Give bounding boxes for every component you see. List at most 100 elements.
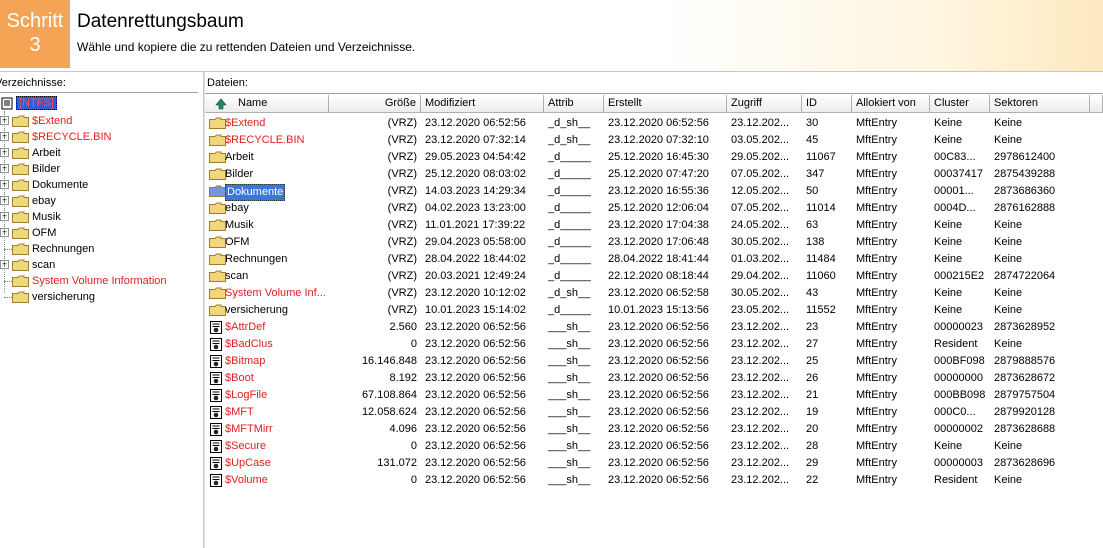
file-row[interactable]: $Extend (VRZ) 23.12.2020 06:52:56 _d_sh__ 23… — [205, 115, 1103, 132]
column-header-cluster[interactable]: Cluster — [930, 95, 990, 113]
tree-item[interactable]: + $Extend — [0, 113, 198, 129]
cell-attrib: _d_____ — [548, 270, 591, 282]
file-row[interactable]: scan (VRZ) 20.03.2021 12:49:24 _d_____ 22.12… — [205, 268, 1103, 285]
column-header-label: Allokiert von — [856, 97, 916, 109]
file-name[interactable]: OFM — [225, 234, 249, 251]
file-row[interactable]: Rechnungen (VRZ) 28.04.2022 18:44:02 _d____… — [205, 251, 1103, 268]
file-name[interactable]: Dokumente — [225, 184, 286, 201]
cell-attrib: _d_____ — [548, 151, 591, 163]
cell-alloc: MftEntry — [856, 185, 897, 197]
tree-item[interactable]: + OFM — [0, 225, 198, 241]
file-name[interactable]: versicherung — [225, 302, 288, 319]
file-name[interactable]: $Boot — [225, 370, 254, 387]
tree-item[interactable]: System Volume Information — [0, 273, 198, 289]
file-row[interactable]: Musik (VRZ) 11.01.2021 17:39:22 _d_____ 23.1… — [205, 217, 1103, 234]
tree-item[interactable]: + Musik — [0, 209, 198, 225]
file-row[interactable]: $LogFile 67.108.864 23.12.2020 06:52:56 ___… — [205, 387, 1103, 404]
file-row[interactable]: $Boot 8.192 23.12.2020 06:52:56 ___sh__ 23.1… — [205, 370, 1103, 387]
folder-icon — [209, 168, 226, 183]
tree-item-label: System Volume Information — [32, 275, 167, 287]
cell-id: 20 — [806, 423, 819, 435]
column-header-created[interactable]: Erstellt — [604, 95, 727, 113]
tree-item[interactable]: Rechnungen — [0, 241, 198, 257]
file-name[interactable]: $AttrDef — [225, 319, 265, 336]
cell-id: 26 — [806, 372, 819, 384]
column-header-sectors[interactable]: Sektoren — [990, 95, 1090, 113]
column-header-alloc[interactable]: Allokiert von — [852, 95, 930, 113]
file-row[interactable]: Arbeit (VRZ) 29.05.2023 04:54:42 _d_____ 25.… — [205, 149, 1103, 166]
tree-item[interactable]: + ebay — [0, 193, 198, 209]
file-row[interactable]: ebay (VRZ) 04.02.2023 13:23:00 _d_____ 25.12… — [205, 200, 1103, 217]
column-header-size[interactable]: Größe — [329, 95, 421, 113]
file-name[interactable]: ebay — [225, 200, 249, 217]
column-header-access[interactable]: Zugriff — [727, 95, 802, 113]
cell-access: 23.12.202... — [731, 372, 790, 384]
file-name[interactable]: $Bitmap — [225, 353, 265, 370]
file-row[interactable]: $MFT 12.058.624 23.12.2020 06:52:56 ___sh__… — [205, 404, 1103, 421]
file-name[interactable]: $Secure — [225, 438, 266, 455]
column-header-name[interactable]: Name — [205, 95, 329, 113]
file-row[interactable]: $MFTMirr 4.096 23.12.2020 06:52:56 ___sh__ 2… — [205, 421, 1103, 438]
file-row[interactable]: $Secure 0 23.12.2020 06:52:56 ___sh__ 23.12.… — [205, 438, 1103, 455]
cell-access: 23.12.202... — [731, 338, 790, 350]
file-name[interactable]: $MFTMirr — [225, 421, 273, 438]
cell-sectors: Keine — [994, 117, 1023, 129]
file-row[interactable]: $Volume 0 23.12.2020 06:52:56 ___sh__ 23.12.… — [205, 472, 1103, 489]
tree-root-ntfs[interactable]: [NTFS] — [0, 95, 57, 111]
column-header-label: Name — [238, 97, 268, 109]
file-name[interactable]: $UpCase — [225, 455, 271, 472]
tree-item[interactable]: + Dokumente — [0, 177, 198, 193]
cell-alloc: MftEntry — [856, 202, 897, 214]
file-row[interactable]: Dokumente (VRZ) 14.03.2023 14:29:34 _d_____… — [205, 183, 1103, 201]
cell-sectors: 2873628696 — [994, 457, 1056, 469]
file-name[interactable]: $RECYCLE.BIN — [225, 132, 304, 149]
cell-created: 23.12.2020 17:06:48 — [608, 236, 709, 248]
file-list[interactable]: Name Größe Modifiziert Attrib Erstellt Zugrif… — [205, 93, 1103, 548]
file-row[interactable]: $RECYCLE.BIN (VRZ) 23.12.2020 07:32:14 _d_s… — [205, 132, 1103, 149]
column-header-modified[interactable]: Modifiziert — [421, 95, 544, 113]
folder-icon — [209, 202, 226, 217]
file-name[interactable]: Rechnungen — [225, 251, 287, 268]
cell-cluster: 000BB098 — [934, 389, 986, 401]
file-name[interactable]: System Volume Inf... — [225, 285, 326, 302]
tree-item[interactable]: + $RECYCLE.BIN — [0, 129, 198, 145]
cell-id: 347 — [806, 168, 825, 180]
up-arrow-icon[interactable] — [215, 98, 227, 116]
tree-item-label: $RECYCLE.BIN — [32, 131, 112, 143]
file-name[interactable]: $MFT — [225, 404, 254, 421]
file-row[interactable]: $UpCase 131.072 23.12.2020 06:52:56 ___sh__… — [205, 455, 1103, 472]
file-row[interactable]: System Volume Inf... (VRZ) 23.12.2020 10:1… — [205, 285, 1103, 302]
system-file-icon — [210, 423, 222, 439]
cell-alloc: MftEntry — [856, 270, 897, 282]
file-row[interactable]: OFM (VRZ) 29.04.2023 05:58:00 _d_____ 23.12.… — [205, 234, 1103, 251]
cell-sectors: 2873628672 — [994, 372, 1056, 384]
file-name[interactable]: Bilder — [225, 166, 253, 183]
tree-item[interactable]: + scan — [0, 257, 198, 273]
page-title: Datenrettungsbaum — [77, 11, 244, 32]
cell-access: 23.12.202... — [731, 457, 790, 469]
cell-attrib: ___sh__ — [548, 338, 591, 350]
file-name[interactable]: Arbeit — [225, 149, 254, 166]
file-name[interactable]: scan — [225, 268, 248, 285]
file-row[interactable]: Bilder (VRZ) 25.12.2020 08:03:02 _d_____ 25.… — [205, 166, 1103, 183]
tree-item[interactable]: + Arbeit — [0, 145, 198, 161]
file-row[interactable]: $Bitmap 16.146.848 23.12.2020 06:52:56 ___s… — [205, 353, 1103, 370]
file-row[interactable]: versicherung (VRZ) 10.01.2023 15:14:02 _d__… — [205, 302, 1103, 319]
column-header-attrib[interactable]: Attrib — [544, 95, 604, 113]
file-name[interactable]: $Extend — [225, 115, 265, 132]
cell-attrib: ___sh__ — [548, 440, 591, 452]
tree-item[interactable]: + Bilder — [0, 161, 198, 177]
file-row[interactable]: $AttrDef 2.560 23.12.2020 06:52:56 ___sh__ 2… — [205, 319, 1103, 336]
column-header-id[interactable]: ID — [802, 95, 852, 113]
directory-tree[interactable]: [NTFS] + $Extend + $RECYCLE.BIN + Arbeit + Bild… — [0, 92, 198, 548]
cell-attrib: _d_____ — [548, 185, 591, 197]
tree-item[interactable]: versicherung — [0, 289, 198, 305]
cell-cluster: 00C83... — [934, 151, 976, 163]
file-name[interactable]: $Volume — [225, 472, 268, 489]
file-row[interactable]: $BadClus 0 23.12.2020 06:52:56 ___sh__ 23.12… — [205, 336, 1103, 353]
file-name[interactable]: $BadClus — [225, 336, 273, 353]
folder-icon — [12, 243, 29, 255]
file-name[interactable]: $LogFile — [225, 387, 267, 404]
file-name[interactable]: Musik — [225, 217, 254, 234]
folder-icon — [12, 131, 29, 143]
